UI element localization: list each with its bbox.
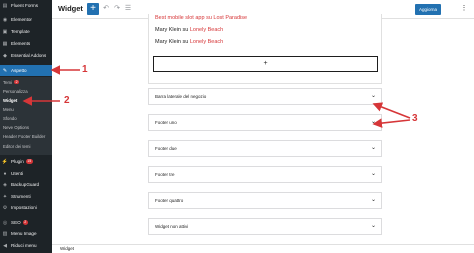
page-title: Widget [58, 4, 83, 13]
sidebar-item-impostazioni[interactable]: ⚙ Impostazioni [0, 203, 52, 212]
sidebar-item-essential-addons[interactable]: ◆ Essential Addons [0, 51, 52, 60]
chevron-down-icon[interactable]: ⌄ [371, 222, 376, 229]
seo-icon: ◎ [2, 219, 8, 226]
settings-icon: ⚙ [2, 204, 8, 211]
elementor-icon: ◉ [2, 16, 8, 23]
update-button[interactable]: Aggiorna [415, 4, 441, 15]
submenu-item-personalizza[interactable]: Personalizza [0, 87, 52, 95]
redo-icon[interactable]: ↷ [112, 3, 122, 15]
panel-title: Footer due [155, 146, 177, 151]
backup-icon: ◈ [3, 181, 7, 188]
update-count-badge: 2 [14, 79, 20, 85]
panel-footer-uno[interactable]: Footer uno ⌄ [148, 114, 382, 131]
recent-comment-item: Best mobile slot app su Lost Paradise [155, 15, 248, 21]
sidebar-item-strumenti[interactable]: ✦ Strumenti [0, 192, 52, 201]
sidebar-item-riduci-menu[interactable]: ◀ Riduci menu [0, 241, 52, 250]
elements-icon: ▦ [2, 40, 8, 47]
essential-addons-icon: ◆ [3, 52, 7, 59]
more-vertical-icon[interactable]: ⋮ [460, 3, 468, 15]
plugin-icon: ⚡ [1, 158, 9, 165]
annotation-number-1: 1 [82, 64, 88, 75]
chevron-down-icon[interactable]: ⌄ [371, 144, 376, 151]
chevron-down-icon[interactable]: ⌄ [371, 118, 376, 125]
chevron-down-icon[interactable]: ⌄ [371, 92, 376, 99]
submenu-item-menu[interactable]: Menu [0, 105, 52, 113]
annotation-number-2: 2 [64, 95, 70, 106]
submenu-item-neve-options[interactable]: Neve Options [0, 123, 52, 131]
sidebar-item-elements[interactable]: ▦ Elements [0, 39, 52, 48]
annotation-number-3: 3 [412, 113, 418, 124]
editor-footer: Widget [52, 244, 474, 253]
panel-title: Footer tre [155, 172, 175, 177]
sidebar-item-fluent-forms[interactable]: ▤ Fluent Forms [0, 1, 52, 10]
recent-comment-item: Mary Klein su Lonely Beach [155, 27, 224, 33]
submenu-item-sfondo[interactable]: Sfondo [0, 114, 52, 122]
sidebar-item-backupguard[interactable]: ◈ BackupGuard [0, 180, 52, 189]
recent-comment-item: Mary Klein su Lonely Beach [155, 39, 224, 45]
block-appender-button[interactable]: + [153, 56, 378, 72]
widget-area-block: Best mobile slot app su Lost Paradise Ma… [148, 14, 382, 84]
seo-count-badge: 2 [22, 220, 28, 225]
list-view-icon[interactable]: ☰ [123, 3, 133, 15]
sidebar-item-plugin[interactable]: ⚡ Plugin 15 [0, 157, 52, 166]
panel-widget-non-attivi[interactable]: Widget non attivi ⌄ [148, 218, 382, 235]
panel-footer-tre[interactable]: Footer tre ⌄ [148, 166, 382, 183]
plus-icon: + [90, 3, 96, 14]
breadcrumb[interactable]: Widget [60, 246, 74, 251]
users-icon: ● [3, 170, 7, 177]
panel-barra-laterale-negozio[interactable]: Barra laterale del negozio ⌄ [148, 88, 382, 105]
undo-icon[interactable]: ↶ [101, 3, 111, 15]
sidebar-item-menu-image[interactable]: ▨ Menu Image [0, 229, 52, 238]
collapse-icon: ◀ [3, 242, 7, 249]
sidebar-item-template[interactable]: ▣ Template [0, 27, 52, 36]
paintbrush-icon: ✎ [2, 67, 8, 74]
submenu-item-header-footer-builder[interactable]: Header Footer Builder [0, 132, 52, 140]
submenu-item-temi[interactable]: Temi 2 [0, 78, 52, 86]
submenu-item-widget[interactable]: Widget [0, 96, 52, 104]
sidebar-item-elementor[interactable]: ◉ Elementor [0, 15, 52, 24]
sidebar-item-seo[interactable]: ◎ SEO 2 [0, 218, 52, 227]
panel-title: Footer quattro [155, 198, 184, 203]
panel-title: Barra laterale del negozio [155, 94, 207, 99]
fluent-forms-icon: ▤ [2, 2, 8, 9]
sidebar-item-utenti[interactable]: ● Utenti [0, 169, 52, 178]
add-block-button[interactable]: + [87, 3, 99, 15]
panel-title: Footer uno [155, 120, 177, 125]
sidebar-item-aspetto[interactable]: ✎ Aspetto [0, 65, 52, 76]
submenu-item-editor-dei-temi[interactable]: Editor dei temi [0, 142, 52, 150]
panel-title: Widget non attivi [155, 224, 189, 229]
template-icon: ▣ [2, 28, 8, 35]
tools-icon: ✦ [2, 193, 8, 200]
chevron-down-icon[interactable]: ⌄ [371, 170, 376, 177]
panel-footer-quattro[interactable]: Footer quattro ⌄ [148, 192, 382, 209]
menu-image-icon: ▨ [2, 230, 8, 237]
admin-sidebar: ▤ Fluent Forms ◉ Elementor ▣ Template ▦ … [0, 0, 52, 253]
plugin-count-badge: 15 [25, 159, 33, 164]
panel-footer-due[interactable]: Footer due ⌄ [148, 140, 382, 157]
chevron-down-icon[interactable]: ⌄ [371, 196, 376, 203]
